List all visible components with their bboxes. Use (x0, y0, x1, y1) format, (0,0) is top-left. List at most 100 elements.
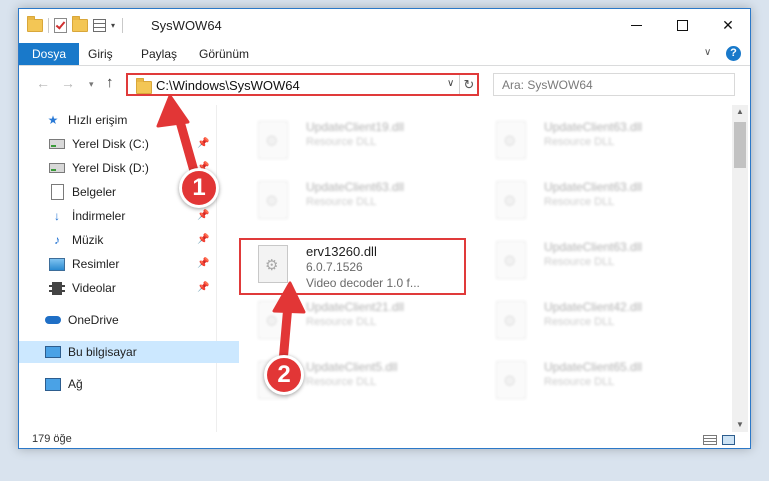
sidebar-item-label: Videolar (72, 281, 116, 295)
dll-file-icon (496, 301, 526, 339)
file-description: Resource DLL (544, 376, 615, 388)
list-item[interactable]: UpdateClient63.dll Resource DLL (480, 175, 700, 231)
pin-icon[interactable]: 📌 (197, 258, 209, 269)
details-icon[interactable] (93, 19, 106, 32)
minimize-icon (630, 24, 642, 26)
sidebar-item-videos[interactable]: Videolar 📌 (19, 277, 243, 299)
file-name: UpdateClient19.dll (306, 120, 405, 134)
divider (122, 18, 124, 33)
title-bar: ▾ SysWOW64 ✕ (19, 9, 750, 43)
file-name: UpdateClient63.dll (544, 120, 643, 134)
folder-icon (27, 16, 43, 32)
sidebar-item-label: Müzik (72, 233, 104, 247)
ribbon-tabs: Dosya Giriş Paylaş Görünüm ∨ ? (19, 43, 750, 66)
navigation-pane: ★ Hızlı erişim Yerel Disk (C:) 📌 Yerel D… (19, 105, 239, 432)
details-view-icon[interactable] (703, 435, 717, 445)
sidebar-item-label: Hızlı erişim (68, 113, 128, 127)
file-name: UpdateClient63.dll (544, 240, 643, 254)
status-bar: 179 öğe (19, 432, 750, 449)
properties-check-icon[interactable] (54, 18, 67, 33)
file-name: UpdateClient65.dll (544, 360, 643, 374)
tab-view[interactable]: Görünüm (188, 43, 260, 65)
computer-icon (45, 344, 61, 360)
pin-icon[interactable]: 📌 (197, 234, 209, 245)
address-bar[interactable]: C:\Windows\SysWOW64 ∨ ↻ (126, 73, 479, 96)
minimize-button[interactable] (613, 9, 659, 41)
forward-button[interactable]: → (61, 75, 75, 91)
back-button[interactable]: ← (36, 75, 50, 91)
step-badge-2: 2 (264, 355, 304, 395)
file-description: Resource DLL (306, 136, 377, 148)
sidebar-item-label: Yerel Disk (C:) (72, 137, 149, 151)
tab-home[interactable]: Giriş (77, 43, 124, 65)
expand-ribbon-chevron-icon[interactable]: ∨ (704, 47, 711, 58)
file-name: UpdateClient21.dll (306, 300, 405, 314)
refresh-button[interactable]: ↻ (459, 75, 478, 94)
large-icons-view-icon[interactable] (722, 435, 735, 445)
divider (48, 18, 49, 33)
cloud-icon (45, 312, 61, 328)
tab-file[interactable]: Dosya (19, 43, 80, 65)
highlight-box (239, 238, 466, 295)
file-description: Resource DLL (306, 196, 377, 208)
film-icon (49, 280, 65, 296)
address-path[interactable]: C:\Windows\SysWOW64 (156, 78, 300, 93)
scroll-down-icon[interactable]: ▼ (736, 420, 744, 429)
network-icon (45, 376, 61, 392)
pin-icon[interactable]: 📌 (197, 210, 209, 221)
file-name: UpdateClient63.dll (544, 180, 643, 194)
sidebar-item-onedrive[interactable]: OneDrive (19, 309, 239, 331)
sidebar-item-pictures[interactable]: Resimler 📌 (19, 253, 243, 275)
sidebar-item-network[interactable]: Ağ (19, 373, 239, 395)
window-title: SysWOW64 (151, 18, 222, 33)
vertical-scrollbar[interactable]: ▲ ▼ (732, 105, 748, 432)
list-item[interactable]: UpdateClient21.dll Resource DLL (242, 295, 462, 351)
navigation-bar: ← → ▾ ↑ C:\Windows\SysWOW64 ∨ ↻ Ara: Sys… (19, 71, 750, 99)
drive-icon (49, 136, 65, 152)
sidebar-item-music[interactable]: ♪ Müzik 📌 (19, 229, 243, 251)
up-button[interactable]: ↑ (106, 74, 114, 91)
search-placeholder: Ara: SysWOW64 (502, 78, 593, 92)
file-name: UpdateClient5.dll (306, 360, 398, 374)
file-description: Resource DLL (306, 376, 377, 388)
pin-icon[interactable]: 📌 (197, 282, 209, 293)
dll-file-icon (496, 361, 526, 399)
scroll-thumb[interactable] (734, 122, 746, 168)
close-icon: ✕ (722, 16, 734, 33)
sidebar-item-label: OneDrive (68, 313, 119, 327)
help-icon[interactable]: ? (726, 46, 741, 61)
close-button[interactable]: ✕ (705, 9, 751, 41)
file-name: UpdateClient63.dll (306, 180, 405, 194)
sidebar-item-label: Bu bilgisayar (68, 345, 137, 359)
file-description: Resource DLL (306, 316, 377, 328)
list-item[interactable]: UpdateClient63.dll Resource DLL (242, 175, 462, 231)
file-description: Resource DLL (544, 196, 615, 208)
search-input[interactable]: Ara: SysWOW64 (493, 73, 735, 96)
sidebar-item-this-pc[interactable]: Bu bilgisayar (19, 341, 239, 363)
tab-share[interactable]: Paylaş (130, 43, 188, 65)
address-dropdown-icon[interactable]: ∨ (447, 78, 454, 89)
dll-file-icon (496, 181, 526, 219)
sidebar-item-label: Resimler (72, 257, 120, 271)
sidebar-item-local-disk-c[interactable]: Yerel Disk (C:) 📌 (19, 133, 243, 155)
dll-file-icon (258, 301, 288, 339)
new-folder-icon[interactable] (72, 16, 88, 32)
dll-file-icon (496, 241, 526, 279)
recent-locations-button[interactable]: ▾ (89, 79, 94, 90)
maximize-icon (676, 19, 688, 31)
maximize-button[interactable] (659, 9, 705, 41)
list-item[interactable]: UpdateClient63.dll Resource DLL (480, 235, 700, 291)
list-item[interactable]: UpdateClient19.dll Resource DLL (242, 115, 462, 171)
sidebar-item-downloads[interactable]: ↓ İndirmeler 📌 (19, 205, 243, 227)
customize-toolbar-arrow-icon[interactable]: ▾ (111, 21, 115, 30)
file-description: Resource DLL (544, 136, 615, 148)
list-item[interactable]: UpdateClient65.dll Resource DLL (480, 355, 700, 411)
list-item[interactable]: UpdateClient63.dll Resource DLL (480, 115, 700, 171)
drive-icon (49, 160, 65, 176)
scroll-up-icon[interactable]: ▲ (736, 107, 744, 116)
pin-icon[interactable]: 📌 (197, 138, 209, 149)
list-item[interactable]: UpdateClient42.dll Resource DLL (480, 295, 700, 351)
file-description: Resource DLL (544, 316, 615, 328)
sidebar-item-quick-access[interactable]: ★ Hızlı erişim (19, 109, 239, 131)
file-name: UpdateClient42.dll (544, 300, 643, 314)
